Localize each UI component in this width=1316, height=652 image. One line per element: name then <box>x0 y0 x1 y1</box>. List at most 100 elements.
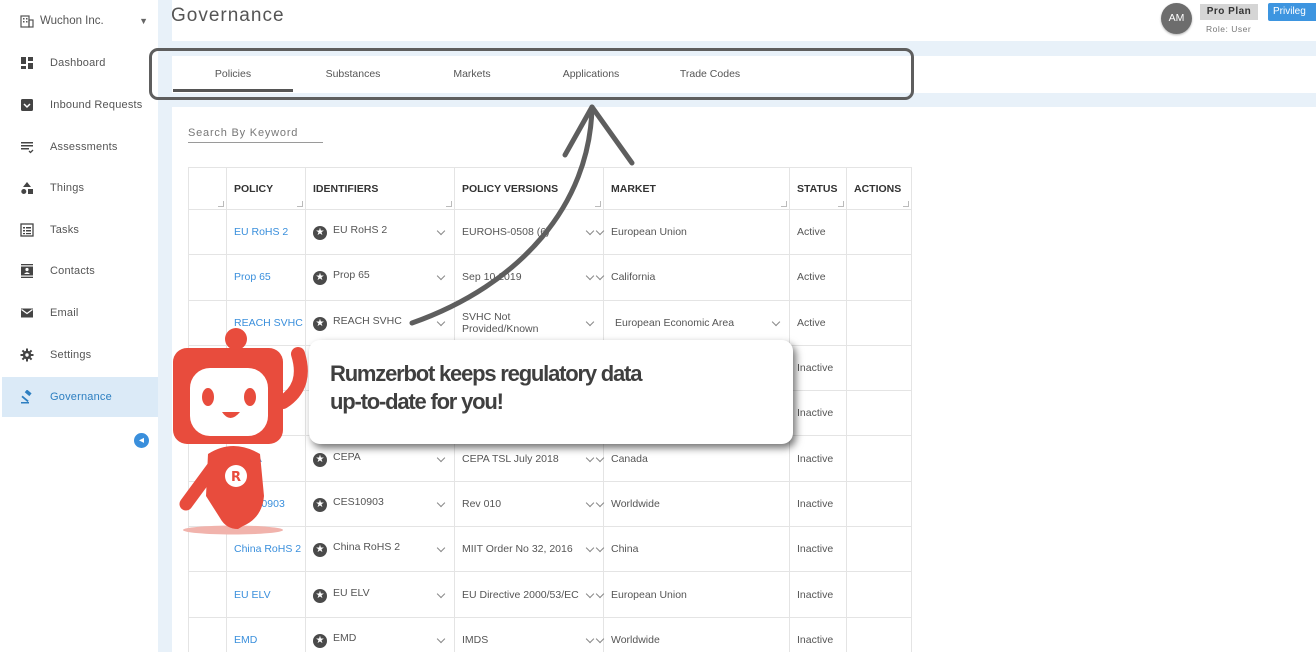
sidebar-item-label: Contacts <box>50 265 96 277</box>
collapse-sidebar-button[interactable]: ◂ <box>134 433 149 448</box>
chevron-down-icon <box>436 634 446 644</box>
status-cell: Inactive <box>789 344 847 392</box>
privilege-badge[interactable]: Privileg <box>1268 3 1316 21</box>
sidebar-item-inbound-requests[interactable]: Inbound Requests <box>2 85 158 125</box>
sidebar-item-tasks[interactable]: Tasks <box>2 210 158 250</box>
policy-version-dropdown[interactable]: MIIT Order No 32, 2016 <box>454 526 604 573</box>
policy-name-link[interactable]: EU ELV <box>226 571 306 618</box>
avatar[interactable]: AM <box>1161 3 1192 34</box>
status-cell: Inactive <box>789 435 847 482</box>
chevron-down-icon <box>585 634 595 644</box>
star-icon: ★ <box>313 271 327 286</box>
resize-handle[interactable] <box>903 201 909 207</box>
identifier-value: Prop 65 <box>333 269 370 282</box>
policy-version-dropdown[interactable]: IMDS <box>454 616 604 652</box>
org-switcher[interactable]: Wuchon Inc. ▼ <box>20 12 148 30</box>
policy-version-dropdown[interactable]: Rev 010 <box>454 480 604 528</box>
chevron-down-icon <box>436 543 446 553</box>
sidebar-item-label: Email <box>50 307 79 319</box>
actions-cell[interactable] <box>846 254 912 301</box>
plan-badge: Pro Plan <box>1200 4 1258 20</box>
org-name: Wuchon Inc. <box>40 15 104 27</box>
status-cell: Inactive <box>789 480 847 528</box>
dashboard-icon <box>21 57 33 69</box>
actions-cell[interactable] <box>846 344 912 392</box>
status-cell: Active <box>789 299 847 346</box>
row-select-cell <box>188 571 227 618</box>
sidebar-item-email[interactable]: Email <box>2 293 158 333</box>
sidebar: Wuchon Inc. ▼ Dashboard Inbound Requests… <box>0 0 158 652</box>
status-cell: Inactive <box>789 616 847 652</box>
policy-version-dropdown[interactable]: EU Directive 2000/53/EC <box>454 571 604 618</box>
actions-cell[interactable] <box>846 526 912 573</box>
status-cell: Inactive <box>789 390 847 437</box>
actions-cell[interactable] <box>846 390 912 437</box>
sidebar-item-label: Settings <box>50 349 92 361</box>
actions-cell[interactable] <box>846 616 912 652</box>
chevron-down-icon <box>771 317 781 326</box>
sidebar-item-things[interactable]: Things <box>2 168 158 208</box>
resize-handle[interactable] <box>781 201 787 207</box>
identifier-dropdown[interactable]: ★ China RoHS 2 <box>305 526 455 573</box>
policy-name-link[interactable]: Prop 65 <box>226 254 306 301</box>
status-cell: Active <box>789 254 847 301</box>
sidebar-item-contacts[interactable]: Contacts <box>2 251 158 291</box>
contacts-icon <box>21 264 33 278</box>
identifier-value: CEPA <box>333 450 361 463</box>
table-row[interactable]: EU ELV ★ EU ELV EU Directive 2000/53/EC Euro… <box>188 571 912 618</box>
policy-name-link[interactable]: EMD <box>226 616 306 652</box>
envelope-icon <box>21 308 33 318</box>
search-input[interactable] <box>188 124 323 143</box>
identifier-value: CES10903 <box>333 495 384 508</box>
star-icon: ★ <box>313 226 327 241</box>
gavel-icon <box>21 390 32 404</box>
sidebar-item-settings[interactable]: Settings <box>2 335 158 375</box>
resize-handle[interactable] <box>297 201 303 207</box>
table-row[interactable]: EMD ★ EMD IMDS Worldwide Inactive <box>188 616 912 652</box>
chevron-down-icon <box>436 589 446 598</box>
market-cell: Worldwide <box>595 480 790 528</box>
market-value: European Union <box>611 588 687 601</box>
sidebar-item-label: Inbound Requests <box>50 99 143 111</box>
sidebar-item-label: Things <box>50 182 85 194</box>
page-title: Governance <box>171 5 285 26</box>
gear-icon <box>20 348 34 362</box>
policy-name-link[interactable]: EU RoHS 2 <box>226 208 306 256</box>
resize-handle[interactable] <box>838 201 844 207</box>
identifier-value: EU ELV <box>333 586 370 599</box>
tabs-highlight-frame <box>149 48 914 100</box>
actions-cell[interactable] <box>846 571 912 618</box>
chevron-down-icon <box>585 589 595 598</box>
sidebar-item-label: Dashboard <box>50 57 106 69</box>
status-cell: Inactive <box>789 571 847 618</box>
column-header-policy[interactable]: POLICY <box>226 167 306 210</box>
chevron-down-icon <box>585 453 595 462</box>
callout-message: Rumzerbot keeps regulatory data up-to-da… <box>330 361 642 414</box>
svg-text:R: R <box>231 470 241 485</box>
identifier-dropdown[interactable]: ★ CES10903 <box>305 480 455 528</box>
resize-handle[interactable] <box>218 201 224 207</box>
sidebar-item-dashboard[interactable]: Dashboard <box>2 43 158 83</box>
governance-page: Wuchon Inc. ▼ Dashboard Inbound Requests… <box>0 0 1316 652</box>
version-value: CEPA TSL July 2018 <box>462 452 559 465</box>
column-header-status[interactable]: STATUS <box>789 167 847 210</box>
actions-cell[interactable] <box>846 208 912 256</box>
identifier-dropdown[interactable]: ★ EU ELV <box>305 571 455 618</box>
star-icon: ★ <box>313 543 327 558</box>
sidebar-item-assessments[interactable]: Assessments <box>2 127 158 167</box>
status-cell: Active <box>789 208 847 256</box>
row-select-cell <box>188 254 227 301</box>
sidebar-item-label: Assessments <box>50 141 118 153</box>
sidebar-item-governance[interactable]: Governance <box>2 377 158 417</box>
actions-cell[interactable] <box>846 299 912 346</box>
version-value: IMDS <box>462 633 489 646</box>
row-select-cell <box>188 208 227 256</box>
version-value: Rev 010 <box>462 497 502 510</box>
identifier-dropdown[interactable]: ★ EMD <box>305 616 455 652</box>
building-icon <box>20 15 34 28</box>
curved-arrow-icon <box>409 104 635 326</box>
arrow-left-icon: ◂ <box>138 435 145 446</box>
checklist-icon <box>21 142 34 154</box>
actions-cell[interactable] <box>846 480 912 528</box>
actions-cell[interactable] <box>846 435 912 482</box>
